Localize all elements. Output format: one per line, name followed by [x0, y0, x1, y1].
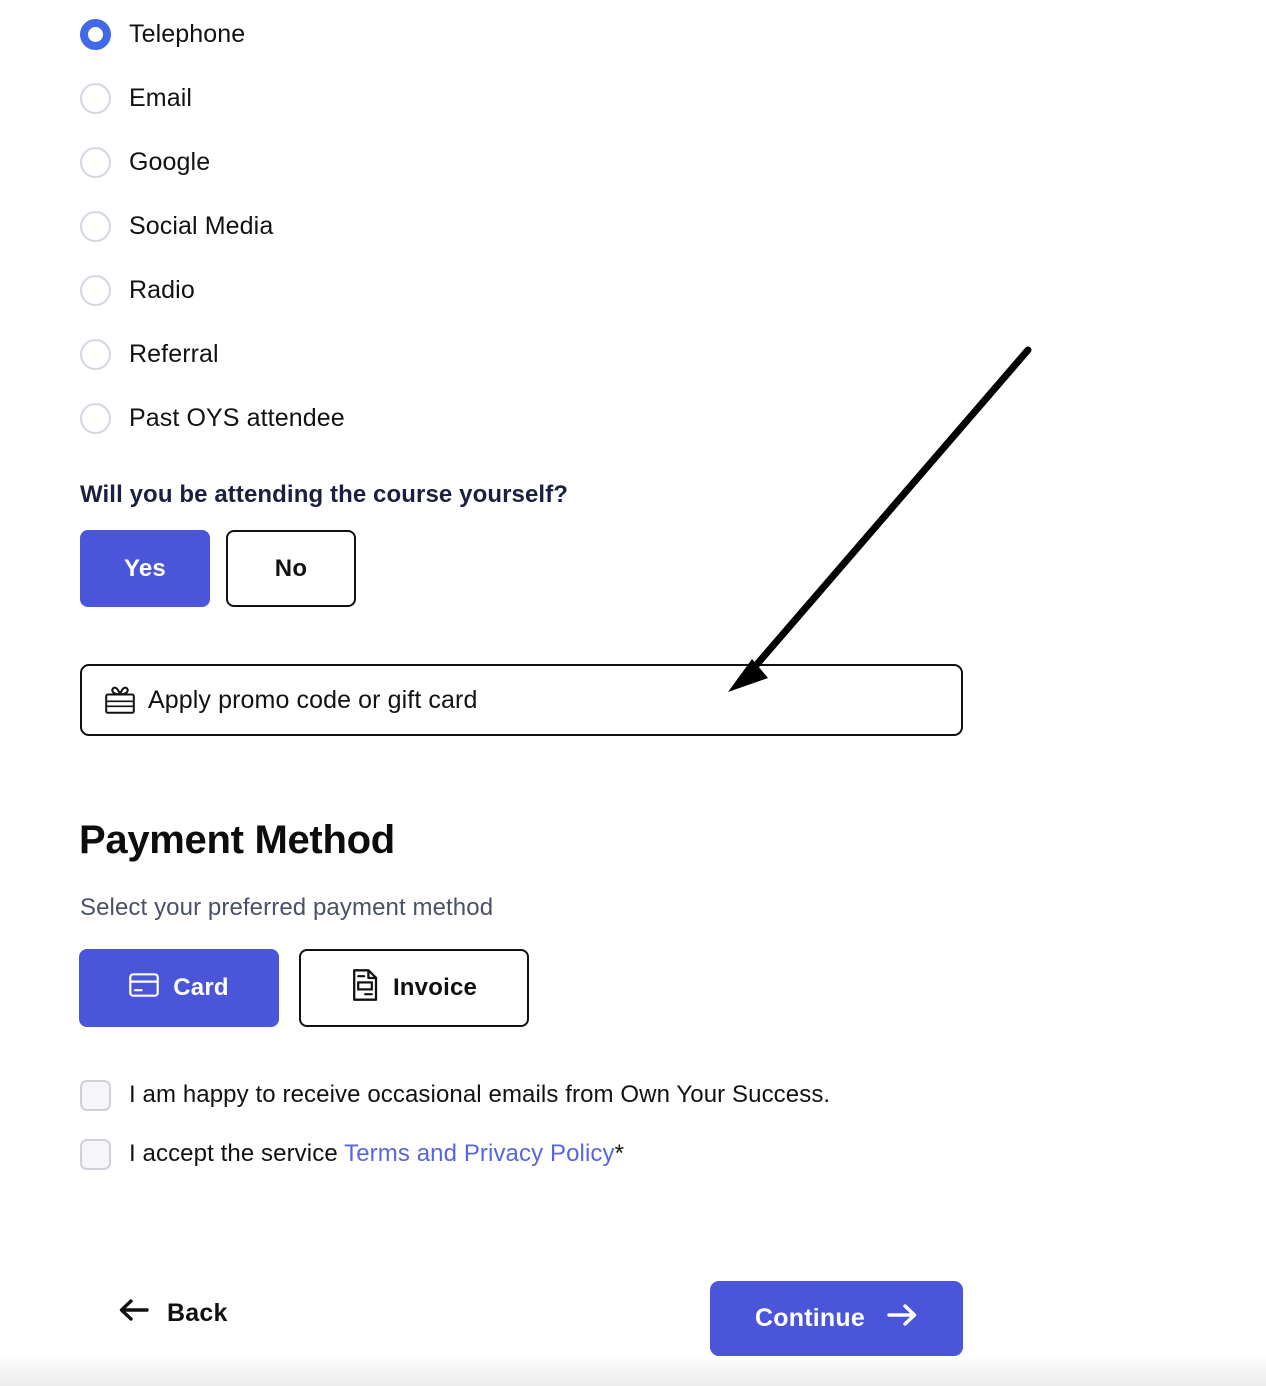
required-asterisk: *: [614, 1140, 625, 1167]
radio-label: Radio: [129, 275, 195, 304]
consent-marketing-emails-row[interactable]: I am happy to receive occasional emails …: [80, 1078, 830, 1112]
radio-label: Past OYS attendee: [129, 403, 345, 432]
consent-checkbox-group: I am happy to receive occasional emails …: [80, 1078, 830, 1171]
consent-terms-checkbox[interactable]: [80, 1139, 111, 1170]
radio-option-radio[interactable]: Radio: [80, 270, 345, 310]
continue-button[interactable]: Continue: [710, 1281, 963, 1356]
radio-indicator-selected[interactable]: [80, 18, 111, 50]
radio-option-telephone[interactable]: Telephone: [80, 14, 345, 54]
page-bottom-edge: [0, 1356, 1266, 1386]
registration-form-page: Telephone Email Google Social Media Radi…: [0, 0, 1266, 1386]
attendance-no-button[interactable]: No: [226, 530, 356, 607]
radio-indicator[interactable]: [80, 338, 111, 370]
attendance-yes-button[interactable]: Yes: [80, 530, 210, 607]
radio-option-referral[interactable]: Referral: [80, 334, 345, 374]
continue-button-label: Continue: [755, 1304, 865, 1332]
attendance-toggle-group: Yes No: [80, 530, 356, 607]
radio-option-email[interactable]: Email: [80, 78, 345, 118]
radio-label: Social Media: [129, 211, 274, 240]
back-button-label: Back: [167, 1299, 228, 1327]
radio-indicator[interactable]: [80, 210, 111, 242]
radio-label: Email: [129, 83, 193, 112]
radio-option-social-media[interactable]: Social Media: [80, 206, 345, 246]
radio-label: Referral: [129, 339, 219, 368]
payment-method-invoice-label: Invoice: [392, 974, 478, 1001]
radio-indicator[interactable]: [80, 82, 111, 114]
referral-source-radio-group: Telephone Email Google Social Media Radi…: [80, 14, 345, 438]
invoice-document-icon: [351, 968, 379, 1008]
arrow-left-icon: [118, 1298, 149, 1329]
radio-label: Telephone: [129, 19, 246, 48]
payment-method-invoice-button[interactable]: Invoice: [299, 949, 529, 1027]
consent-marketing-emails-label: I am happy to receive occasional emails …: [129, 1081, 831, 1108]
credit-card-icon: [129, 972, 160, 1004]
payment-method-subtitle: Select your preferred payment method: [80, 894, 494, 921]
payment-method-title: Payment Method: [79, 818, 395, 862]
promo-code-label: Apply promo code or gift card: [148, 685, 478, 714]
consent-terms-row[interactable]: I accept the service Terms and Privacy P…: [80, 1137, 830, 1171]
radio-label: Google: [129, 147, 211, 176]
radio-option-google[interactable]: Google: [80, 142, 345, 182]
radio-option-past-oys-attendee[interactable]: Past OYS attendee: [80, 398, 345, 438]
arrow-right-icon: [887, 1303, 918, 1334]
gift-card-icon: [104, 685, 136, 715]
promo-code-field[interactable]: Apply promo code or gift card: [80, 664, 963, 736]
terms-and-privacy-policy-link[interactable]: Terms and Privacy Policy: [344, 1140, 614, 1167]
radio-indicator[interactable]: [80, 146, 111, 178]
attendance-question-label: Will you be attending the course yoursel…: [80, 481, 569, 508]
consent-terms-label: I accept the service Terms and Privacy P…: [129, 1137, 624, 1171]
radio-indicator[interactable]: [80, 274, 111, 306]
back-button[interactable]: Back: [118, 1298, 228, 1329]
consent-marketing-emails-checkbox[interactable]: [80, 1080, 111, 1111]
payment-method-card-label: Card: [173, 974, 229, 1001]
payment-method-button-group: Card Invoice: [79, 949, 529, 1027]
radio-indicator[interactable]: [80, 402, 111, 434]
payment-method-card-button[interactable]: Card: [79, 949, 279, 1027]
consent-terms-prefix: I accept the service: [129, 1140, 345, 1167]
